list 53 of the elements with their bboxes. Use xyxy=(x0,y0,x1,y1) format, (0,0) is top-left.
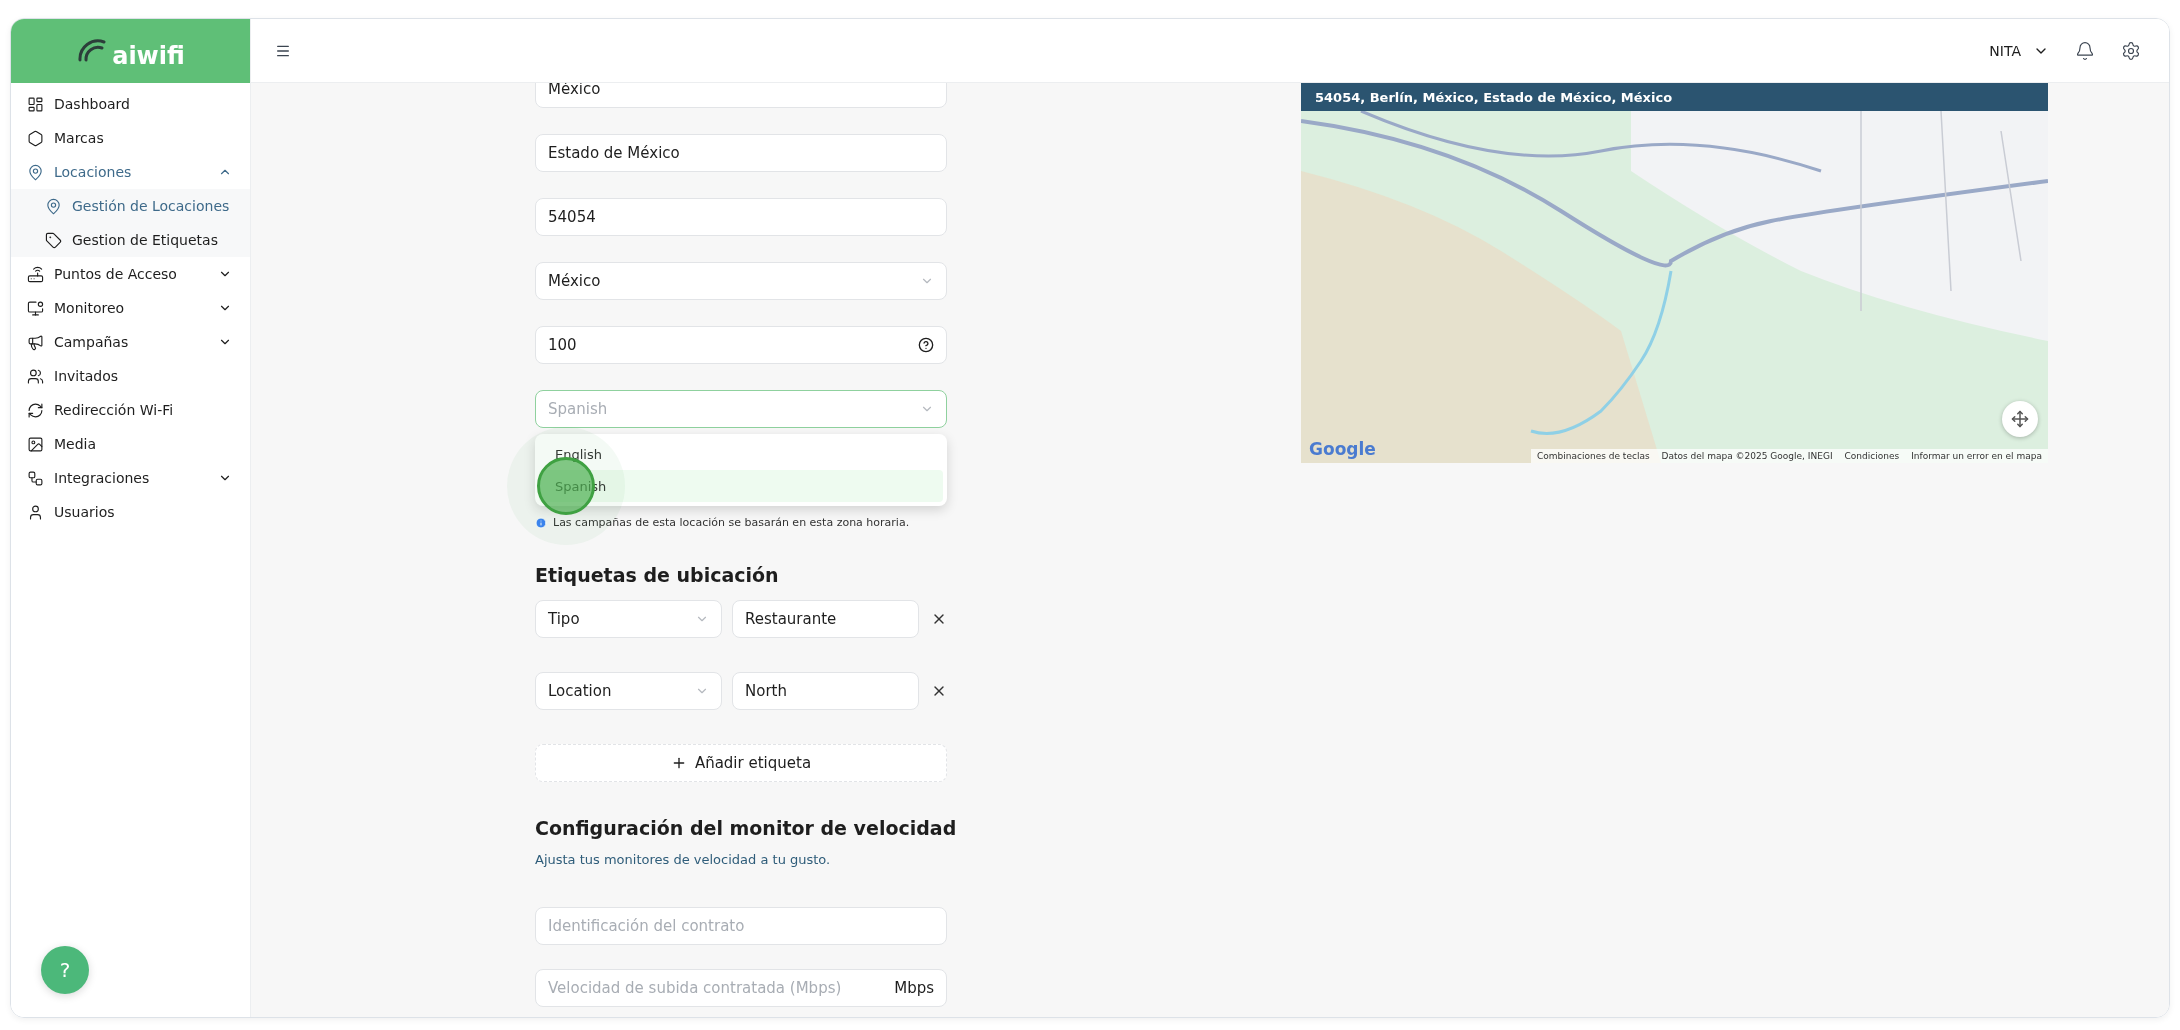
section-heading: Etiquetas de ubicación xyxy=(535,563,779,588)
select-field[interactable]: Tipo xyxy=(535,599,722,638)
attribution-link[interactable]: Combinaciones de teclas xyxy=(1531,449,1656,463)
users-icon xyxy=(27,367,44,385)
image-icon xyxy=(27,435,44,453)
sidebar-item[interactable]: Dashboard xyxy=(11,87,250,121)
refresh-icon xyxy=(27,401,44,419)
dashboard-icon xyxy=(27,95,44,113)
megaphone-icon xyxy=(27,333,44,351)
input-field[interactable]: Estado de México xyxy=(535,134,947,172)
settings-icon xyxy=(2121,40,2141,61)
sidebar-item[interactable]: Marcas xyxy=(11,121,250,155)
input-field[interactable]: North xyxy=(732,671,919,710)
hint-text: Las campañas de esta locación se basarán en esta zona horaria. xyxy=(553,516,910,529)
sidebar-item[interactable]: Invitados xyxy=(11,359,250,393)
sidebar-item[interactable]: Media xyxy=(11,427,250,461)
sidebar-item[interactable]: Gestion de Etiquetas xyxy=(11,223,250,257)
user-icon xyxy=(27,503,44,521)
user-menu-button[interactable]: NITA xyxy=(1985,38,2053,63)
input-field[interactable]: 100 xyxy=(535,326,947,364)
sidebar-item[interactable]: Monitoreo xyxy=(11,291,250,325)
sidebar-item[interactable]: Integraciones xyxy=(11,461,250,495)
map-pin-icon xyxy=(45,197,62,215)
map-pin-icon xyxy=(27,163,44,181)
help-icon xyxy=(918,337,934,353)
select-field[interactable]: Location xyxy=(535,671,722,710)
sidebar-item[interactable]: Campañas xyxy=(11,325,250,359)
workflow-icon xyxy=(27,469,44,487)
sidebar-item[interactable]: Locaciones xyxy=(11,155,250,189)
map-title: 54054, Berlín, México, Estado de México, México xyxy=(1301,83,2048,111)
sidebar-item[interactable]: Redirección Wi-Fi xyxy=(11,393,250,427)
tag-icon xyxy=(45,231,62,249)
input-field[interactable]: Velocidad de subida contratada (Mbps) Mbps xyxy=(535,969,947,1008)
attribution-link[interactable]: Datos del mapa ©2025 Google, INEGI xyxy=(1655,449,1839,463)
sidebar-item[interactable]: Puntos de Acceso xyxy=(11,257,250,291)
input-field[interactable]: 54054 xyxy=(535,198,947,236)
select-field[interactable]: México xyxy=(535,262,947,300)
bell-icon xyxy=(2075,40,2095,61)
sidebar-item[interactable]: Usuarios xyxy=(11,495,250,529)
monitor-icon xyxy=(27,299,44,317)
section-heading: Configuración del monitor de velocidad xyxy=(535,815,957,841)
add-tag-button[interactable]: Añadir etiqueta xyxy=(535,743,947,782)
attribution-link[interactable]: Informar un error en el mapa xyxy=(1905,449,2048,463)
router-icon xyxy=(27,265,44,283)
map-logo: Google xyxy=(1309,439,1376,459)
input-field[interactable]: Restaurante xyxy=(732,599,919,638)
sidebar-item[interactable]: Gestión de Locaciones xyxy=(11,189,250,223)
hexagon-icon xyxy=(27,129,44,147)
attribution-link[interactable]: Condiciones xyxy=(1838,449,1906,463)
section-subtitle: Ajusta tus monitores de velocidad a tu gusto. xyxy=(535,852,832,868)
logo-text: aiwifi xyxy=(112,42,185,70)
info-icon xyxy=(535,516,547,529)
move-icon xyxy=(2011,410,2029,428)
